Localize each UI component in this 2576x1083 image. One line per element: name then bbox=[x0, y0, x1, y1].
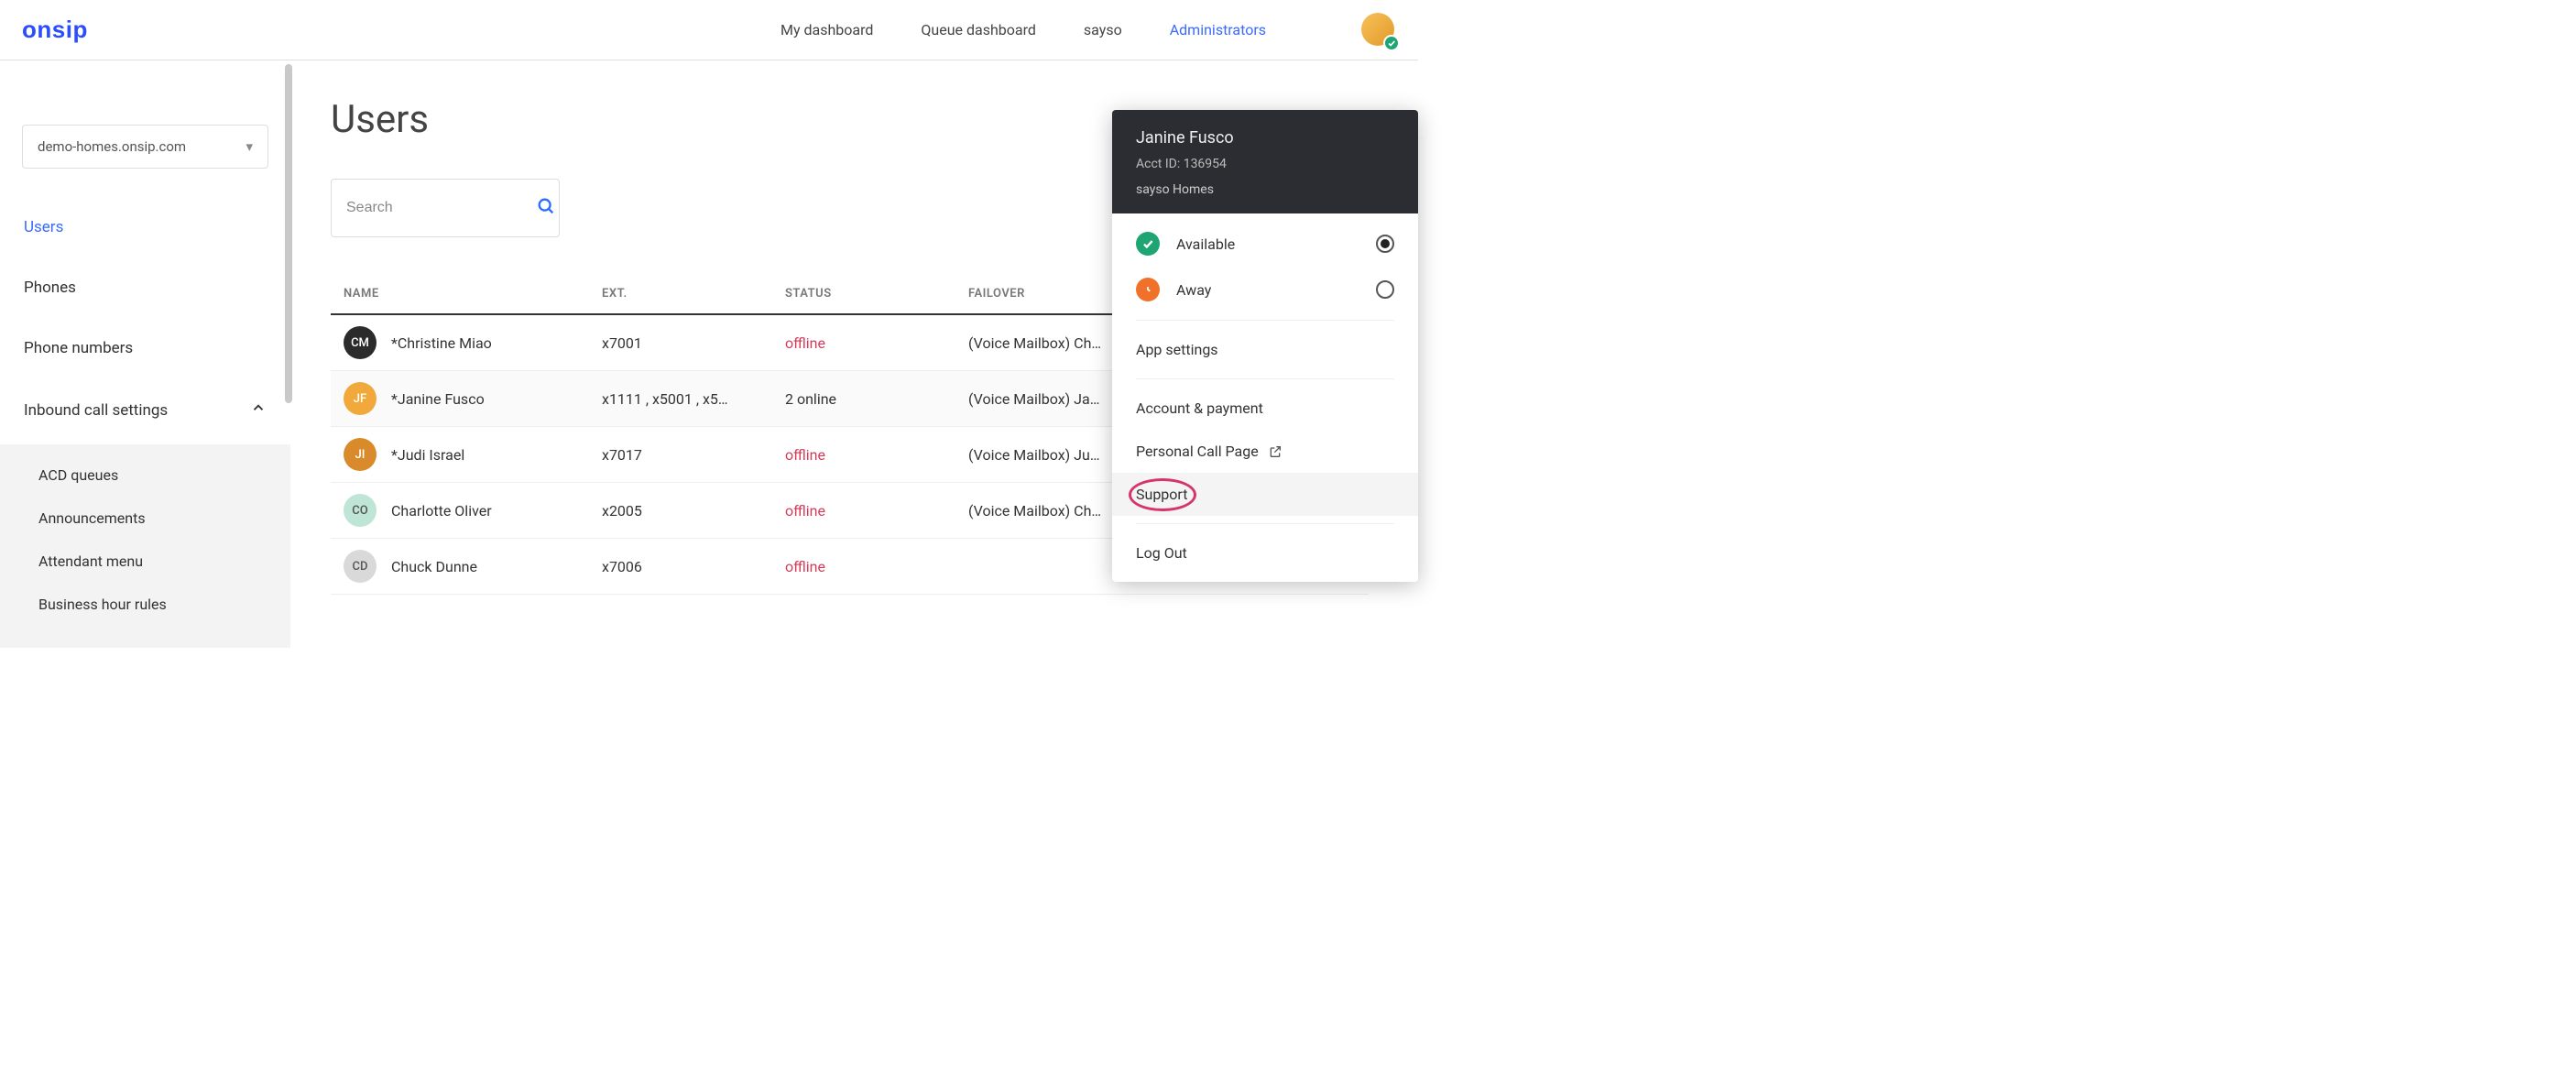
main-content: Users NAME EXT. STATUS FAILOVER CM *Chri… bbox=[290, 60, 1418, 604]
profile-org: sayso Homes bbox=[1136, 182, 1394, 197]
menu-label: Support bbox=[1136, 486, 1187, 503]
profile-avatar-button[interactable] bbox=[1361, 13, 1396, 48]
user-name: *Judi Israel bbox=[391, 446, 464, 464]
sidebar: demo-homes.onsip.com ▾ Users Phones Phon… bbox=[0, 60, 290, 604]
sidebar-item-phones[interactable]: Phones bbox=[22, 266, 268, 310]
status-label: Away bbox=[1176, 281, 1359, 299]
nav-administrators[interactable]: Administrators bbox=[1170, 21, 1266, 38]
avatar: JF bbox=[344, 382, 377, 415]
avatar: JI bbox=[344, 438, 377, 471]
sidebar-sub-attendant-menu[interactable]: Attendant menu bbox=[0, 540, 290, 583]
user-ext: x1111 , x5001 , x5… bbox=[596, 371, 780, 427]
menu-label: Personal Call Page bbox=[1136, 443, 1259, 460]
sidebar-sub-acd-queues[interactable]: ACD queues bbox=[0, 454, 290, 497]
col-status[interactable]: STATUS bbox=[780, 278, 963, 314]
divider bbox=[1136, 320, 1394, 321]
user-name: *Christine Miao bbox=[391, 334, 492, 352]
top-nav: My dashboard Queue dashboard sayso Admin… bbox=[780, 13, 1396, 48]
user-name: *Janine Fusco bbox=[391, 390, 485, 408]
search-box[interactable] bbox=[331, 179, 560, 237]
nav-queue-dashboard[interactable]: Queue dashboard bbox=[921, 21, 1036, 38]
nav-my-dashboard[interactable]: My dashboard bbox=[780, 21, 873, 38]
col-ext[interactable]: EXT. bbox=[596, 278, 780, 314]
sidebar-item-inbound-call-settings[interactable]: Inbound call settings bbox=[22, 387, 268, 433]
profile-menu-header: Janine Fusco Acct ID: 136954 sayso Homes bbox=[1112, 110, 1418, 213]
user-status: offline bbox=[785, 446, 825, 464]
chevron-up-icon bbox=[250, 399, 267, 421]
menu-logout[interactable]: Log Out bbox=[1112, 531, 1418, 574]
sidebar-item-users[interactable]: Users bbox=[22, 205, 268, 249]
avatar: CD bbox=[344, 550, 377, 583]
user-ext: x7006 bbox=[596, 539, 780, 595]
profile-name: Janine Fusco bbox=[1136, 128, 1394, 148]
divider bbox=[1136, 378, 1394, 379]
avatar: CM bbox=[344, 326, 377, 359]
caret-down-icon: ▾ bbox=[246, 138, 253, 155]
status-label: Available bbox=[1176, 235, 1359, 253]
clock-icon bbox=[1136, 278, 1160, 301]
radio-selected-icon bbox=[1376, 235, 1394, 253]
status-available[interactable]: Available bbox=[1112, 221, 1418, 267]
presence-badge-icon bbox=[1383, 35, 1400, 51]
user-ext: x7017 bbox=[596, 427, 780, 483]
user-status: offline bbox=[785, 502, 825, 520]
menu-account-payment[interactable]: Account & payment bbox=[1112, 387, 1418, 430]
divider bbox=[1136, 523, 1394, 524]
search-icon bbox=[536, 196, 556, 220]
nav-sayso[interactable]: sayso bbox=[1084, 21, 1122, 38]
user-name: Charlotte Oliver bbox=[391, 502, 492, 520]
menu-support[interactable]: Support bbox=[1112, 473, 1418, 516]
menu-app-settings[interactable]: App settings bbox=[1112, 328, 1418, 371]
user-status: 2 online bbox=[785, 390, 836, 408]
sidebar-item-label: Inbound call settings bbox=[24, 401, 168, 420]
user-status: offline bbox=[785, 334, 825, 352]
user-status: offline bbox=[785, 558, 825, 575]
user-ext: x2005 bbox=[596, 483, 780, 539]
user-ext: x7001 bbox=[596, 314, 780, 371]
sidebar-item-phone-numbers[interactable]: Phone numbers bbox=[22, 326, 268, 370]
external-link-icon bbox=[1268, 444, 1283, 459]
check-circle-icon bbox=[1136, 232, 1160, 256]
radio-unselected-icon bbox=[1376, 280, 1394, 299]
menu-personal-call-page[interactable]: Personal Call Page bbox=[1112, 430, 1418, 473]
profile-account-id: Acct ID: 136954 bbox=[1136, 157, 1394, 171]
avatar: CO bbox=[344, 494, 377, 527]
sidebar-sub-business-hour-rules[interactable]: Business hour rules bbox=[0, 583, 290, 626]
search-input[interactable] bbox=[346, 200, 536, 216]
col-name[interactable]: NAME bbox=[331, 278, 596, 314]
sidebar-sub-announcements[interactable]: Announcements bbox=[0, 497, 290, 540]
user-name: Chuck Dunne bbox=[391, 558, 477, 575]
domain-select[interactable]: demo-homes.onsip.com ▾ bbox=[22, 125, 268, 169]
app-logo: onsip bbox=[22, 16, 88, 44]
status-away[interactable]: Away bbox=[1112, 267, 1418, 312]
profile-menu: Janine Fusco Acct ID: 136954 sayso Homes… bbox=[1112, 110, 1418, 582]
sidebar-submenu: ACD queues Announcements Attendant menu … bbox=[0, 444, 290, 648]
domain-select-value: demo-homes.onsip.com bbox=[38, 138, 186, 155]
app-header: onsip My dashboard Queue dashboard sayso… bbox=[0, 0, 1418, 60]
